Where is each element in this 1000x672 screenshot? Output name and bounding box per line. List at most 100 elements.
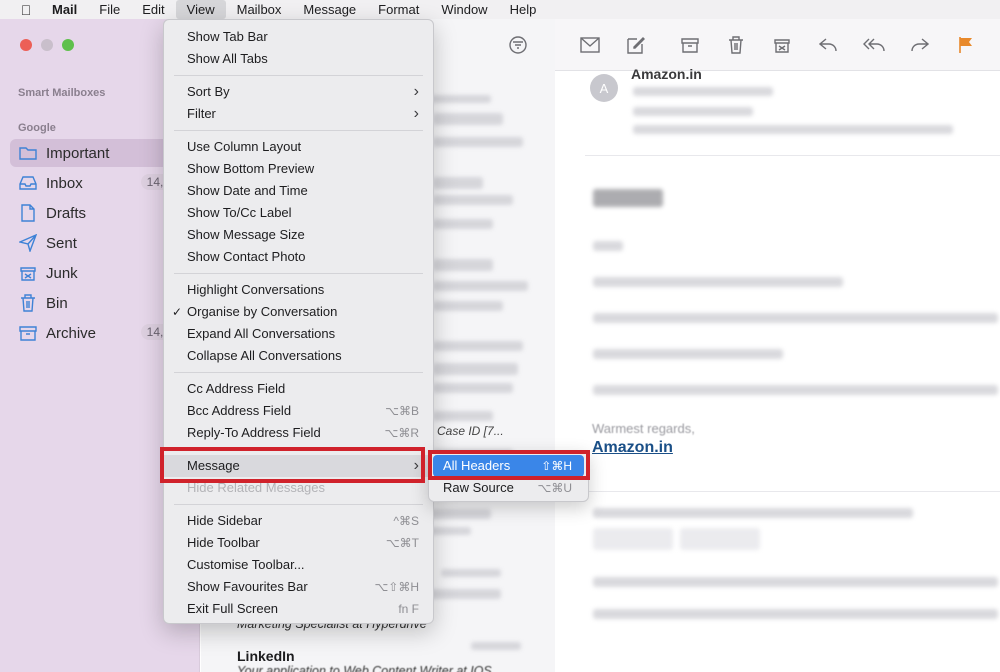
checkmark-icon: ✓ bbox=[172, 305, 183, 319]
chevron-right-icon: › bbox=[413, 83, 419, 100]
menu-edit[interactable]: Edit bbox=[131, 0, 175, 19]
menu-item-use-column-layout[interactable]: Use Column Layout bbox=[164, 136, 433, 158]
menu-help[interactable]: Help bbox=[499, 0, 548, 19]
zoom-window-button[interactable] bbox=[62, 39, 74, 51]
compose-icon[interactable] bbox=[625, 34, 647, 56]
menu-mailbox[interactable]: Mailbox bbox=[226, 0, 293, 19]
reply-icon[interactable] bbox=[817, 34, 839, 56]
menu-format[interactable]: Format bbox=[367, 0, 430, 19]
menu-item-label: Filter bbox=[187, 106, 216, 121]
menu-item-expand-all[interactable]: Expand All Conversations bbox=[164, 323, 433, 345]
apple-icon[interactable]:  bbox=[12, 2, 40, 18]
drafts-icon bbox=[18, 203, 38, 223]
menu-item-highlight-conversations[interactable]: Highlight Conversations bbox=[164, 279, 433, 301]
filter-icon[interactable] bbox=[508, 35, 530, 57]
sidebar-item-label: Drafts bbox=[46, 204, 87, 222]
junk-icon[interactable] bbox=[771, 34, 793, 56]
chevron-right-icon: › bbox=[413, 105, 419, 122]
menu-item-show-message-size[interactable]: Show Message Size bbox=[164, 224, 433, 246]
menu-item-label: Organise by Conversation bbox=[187, 304, 338, 319]
menu-item-customise-toolbar[interactable]: Customise Toolbar... bbox=[164, 554, 433, 576]
shortcut-label: ⌥⌘R bbox=[384, 426, 420, 440]
menu-item-label: Show Favourites Bar bbox=[187, 579, 308, 594]
minimize-window-button[interactable] bbox=[41, 39, 53, 51]
shortcut-label: ^⌘S bbox=[393, 514, 419, 528]
shortcut-label: fn F bbox=[398, 602, 419, 616]
menu-view[interactable]: View bbox=[175, 0, 226, 19]
message-viewer: A Amazon.in Warmest regards, Amazon.in bbox=[555, 66, 1000, 672]
shortcut-label: ⌥⌘B bbox=[385, 404, 419, 418]
menu-item-hide-sidebar[interactable]: Hide Sidebar ^⌘S bbox=[164, 510, 433, 532]
folder-icon bbox=[18, 143, 38, 163]
menu-item-label: Bcc Address Field bbox=[187, 403, 292, 418]
menu-item-organise-by-conversation[interactable]: ✓ Organise by Conversation bbox=[164, 301, 433, 323]
menu-item-message[interactable]: Message › bbox=[164, 455, 433, 477]
menu-item-hide-toolbar[interactable]: Hide Toolbar ⌥⌘T bbox=[164, 532, 433, 554]
menu-item-label: All Headers bbox=[443, 458, 511, 473]
menu-item-exit-full-screen[interactable]: Exit Full Screen fn F bbox=[164, 598, 433, 620]
get-mail-icon[interactable] bbox=[579, 34, 601, 56]
list-item[interactable]: Case ID [7... bbox=[437, 424, 504, 438]
menu-item-show-to-cc-label[interactable]: Show To/Cc Label bbox=[164, 202, 433, 224]
toolbar bbox=[555, 19, 1000, 71]
sent-icon bbox=[18, 233, 38, 253]
window-controls bbox=[20, 39, 74, 51]
closing-text: Warmest regards, bbox=[592, 421, 695, 436]
shortcut-label: ⇧⌘H bbox=[541, 459, 572, 473]
signature-link[interactable]: Amazon.in bbox=[592, 439, 673, 457]
close-window-button[interactable] bbox=[20, 39, 32, 51]
menu-item-show-favourites-bar[interactable]: Show Favourites Bar ⌥⇧⌘H bbox=[164, 576, 433, 598]
menu-item-all-headers[interactable]: All Headers ⇧⌘H bbox=[433, 455, 584, 477]
menu-item-show-all-tabs[interactable]: Show All Tabs bbox=[164, 48, 433, 70]
menu-item-label: Hide Sidebar bbox=[187, 513, 263, 528]
menu-item-label: Sort By bbox=[187, 84, 230, 99]
menu-item-show-contact-photo[interactable]: Show Contact Photo bbox=[164, 246, 433, 268]
menu-item-label: Hide Toolbar bbox=[187, 535, 260, 550]
menu-item-show-date-time[interactable]: Show Date and Time bbox=[164, 180, 433, 202]
menu-mail[interactable]: Mail bbox=[40, 0, 88, 19]
menu-file[interactable]: File bbox=[88, 0, 131, 19]
junk-icon bbox=[18, 263, 38, 283]
shortcut-label: ⌥⌘T bbox=[385, 536, 419, 550]
sidebar-item-label: Bin bbox=[46, 294, 68, 312]
list-item[interactable]: LinkedIn Your application to Web Content… bbox=[237, 648, 492, 672]
archive-icon[interactable] bbox=[679, 34, 701, 56]
list-item-subject: Your application to Web Content Writer a… bbox=[237, 664, 492, 672]
archive-icon bbox=[18, 323, 38, 343]
menu-item-label: Message bbox=[187, 458, 240, 473]
sidebar-item-label: Important bbox=[46, 144, 110, 162]
inbox-icon bbox=[18, 173, 38, 193]
menu-message[interactable]: Message bbox=[292, 0, 367, 19]
smart-mailboxes-heading[interactable]: Smart Mailboxes bbox=[18, 87, 105, 99]
shortcut-label: ⌥⇧⌘H bbox=[374, 580, 419, 594]
google-account-heading[interactable]: Google bbox=[18, 122, 56, 134]
menu-item-bcc-address-field[interactable]: Bcc Address Field ⌥⌘B bbox=[164, 400, 433, 422]
menu-window[interactable]: Window bbox=[430, 0, 498, 19]
menu-item-collapse-all[interactable]: Collapse All Conversations bbox=[164, 345, 433, 367]
menu-item-label: Reply-To Address Field bbox=[187, 425, 321, 440]
view-menu: Show Tab Bar Show All Tabs Sort By › Filt… bbox=[163, 19, 434, 624]
menu-item-label: Raw Source bbox=[443, 480, 514, 495]
trash-icon[interactable] bbox=[725, 34, 747, 56]
menu-item-raw-source[interactable]: Raw Source ⌥⌘U bbox=[433, 477, 584, 499]
menu-item-hide-related-messages: Hide Related Messages bbox=[187, 480, 326, 495]
forward-icon[interactable] bbox=[909, 34, 931, 56]
sidebar-item-label: Archive bbox=[46, 324, 97, 342]
sidebar-item-label: Junk bbox=[46, 264, 78, 282]
menu-item-sort-by[interactable]: Sort By › bbox=[164, 81, 433, 103]
menu-bar:  Mail File Edit View Mailbox Message Fo… bbox=[0, 0, 1000, 19]
chevron-right-icon: › bbox=[413, 457, 419, 474]
flag-icon[interactable] bbox=[955, 34, 977, 56]
avatar: A bbox=[590, 74, 618, 102]
sidebar-item-label: Sent bbox=[46, 234, 77, 252]
bin-icon bbox=[18, 293, 38, 313]
message-from: Amazon.in bbox=[631, 66, 702, 82]
menu-item-show-tab-bar[interactable]: Show Tab Bar bbox=[164, 26, 433, 48]
reply-all-icon[interactable] bbox=[863, 34, 885, 56]
menu-item-cc-address-field[interactable]: Cc Address Field bbox=[164, 378, 433, 400]
sidebar-item-label: Inbox bbox=[46, 174, 83, 192]
menu-item-filter[interactable]: Filter › bbox=[164, 103, 433, 125]
menu-item-show-bottom-preview[interactable]: Show Bottom Preview bbox=[164, 158, 433, 180]
menu-item-reply-to-address-field[interactable]: Reply-To Address Field ⌥⌘R bbox=[164, 422, 433, 444]
list-item-sender: LinkedIn bbox=[237, 648, 295, 664]
